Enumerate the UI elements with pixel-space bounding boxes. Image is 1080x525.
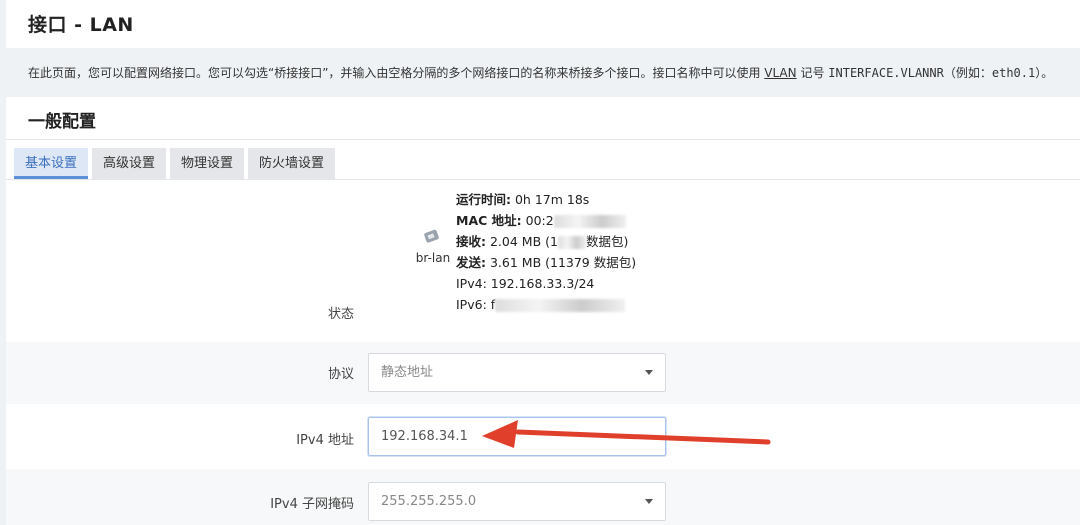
tab-basic-settings[interactable]: 基本设置 xyxy=(14,148,89,179)
status-mac: MAC 地址: 00:2 xyxy=(456,210,636,231)
status-label: 状态 xyxy=(327,307,354,322)
code-interface-vlannr: INTERFACE.VLANNR xyxy=(828,66,944,80)
page-header: 接口 - LAN xyxy=(6,0,1080,48)
status-ipv4: IPv4: 192.168.33.3/24 xyxy=(456,273,636,294)
ipv4-address-label: IPv4 地址 xyxy=(296,433,354,448)
vlan-link[interactable]: VLAN xyxy=(764,66,796,80)
ipv4-netmask-select[interactable]: 255.255.255.0 xyxy=(368,482,666,521)
tx-label: 发送: xyxy=(456,255,486,270)
uptime-value: 0h 17m 18s xyxy=(511,192,590,207)
interface-status: br-lan 运行时间: 0h 17m 18s MAC 地址: 00:2 接收:… xyxy=(410,189,670,312)
status-rx: 接收: 2.04 MB (1 数据包) xyxy=(456,231,636,252)
uptime-label: 运行时间: xyxy=(456,192,511,207)
mac-label: MAC 地址: xyxy=(456,213,522,228)
network-port-icon xyxy=(424,229,439,243)
redacted-rx xyxy=(557,236,586,249)
page-description: 在此页面，您可以配置网络接口。您可以勾选“桥接接口”，并输入由空格分隔的多个网络… xyxy=(28,64,1053,81)
tab-advanced-settings[interactable]: 高级设置 xyxy=(92,148,167,179)
description-text: ）。 xyxy=(1035,66,1054,80)
protocol-value: 静态地址 xyxy=(381,365,434,380)
description-text: （例如： xyxy=(943,66,992,80)
mac-value: 00:2 xyxy=(521,213,554,228)
protocol-select[interactable]: 静态地址 xyxy=(368,353,666,392)
ipv4-address-value: 192.168.34.1 xyxy=(381,429,468,444)
code-eth: eth0.1 xyxy=(991,66,1036,80)
status-tx: 发送: 3.61 MB (11379 数据包) xyxy=(456,252,636,273)
chevron-down-icon xyxy=(645,499,653,504)
tab-firewall-settings[interactable]: 防火墙设置 xyxy=(248,148,336,179)
tx-value: 3.61 MB (11379 数据包) xyxy=(486,255,637,270)
device-name: br-lan xyxy=(415,251,451,265)
description-text: 记号 xyxy=(796,66,829,80)
divider xyxy=(6,139,1080,140)
ipv4-netmask-row: IPv4 子网掩码 255.255.255.0 xyxy=(6,469,1080,525)
tab-bar: 基本设置 高级设置 物理设置 防火墙设置 xyxy=(14,148,339,179)
ipv4-label: IPv4: xyxy=(456,276,487,291)
description-text: 在此页面，您可以配置网络接口。您可以勾选“桥接接口”，并输入由空格分隔的多个网络… xyxy=(28,66,765,80)
protocol-row: 协议 静态地址 xyxy=(6,342,1080,404)
divider xyxy=(6,179,1080,180)
status-uptime: 运行时间: 0h 17m 18s xyxy=(456,189,636,210)
chevron-down-icon xyxy=(645,370,653,375)
page-title: 接口 - LAN xyxy=(28,14,134,36)
red-arrow-annotation xyxy=(482,420,771,448)
protocol-label: 协议 xyxy=(327,367,354,382)
rx-label: 接收: xyxy=(456,234,486,249)
rx-value: 2.04 MB (1 xyxy=(486,234,558,249)
tab-physical-settings[interactable]: 物理设置 xyxy=(170,148,245,179)
ipv4-value: 192.168.33.3/24 xyxy=(486,276,595,291)
general-config-section: 一般配置 基本设置 高级设置 物理设置 防火墙设置 br-lan 运行时间: 0… xyxy=(6,97,1080,525)
section-title: 一般配置 xyxy=(28,112,96,132)
status-row: 状态 xyxy=(6,297,1080,337)
ipv4-netmask-label: IPv4 子网掩码 xyxy=(270,497,354,512)
ipv4-netmask-value: 255.255.255.0 xyxy=(381,494,477,509)
rx-tail: 数据包) xyxy=(585,234,629,249)
redacted-mac xyxy=(553,215,626,228)
